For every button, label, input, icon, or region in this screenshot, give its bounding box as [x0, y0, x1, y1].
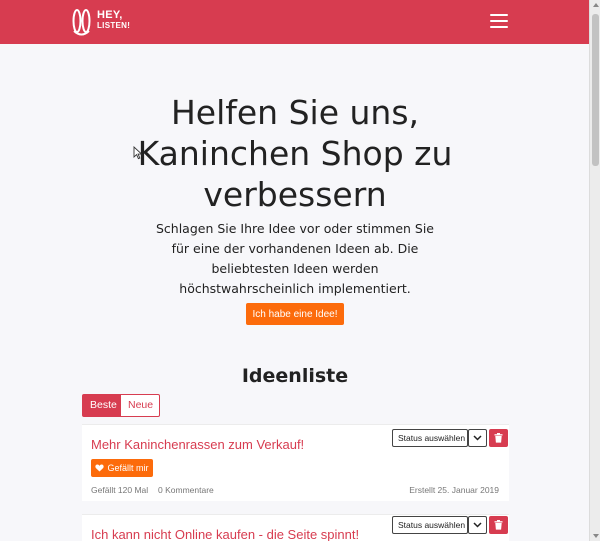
- idea-card: Ich kann nicht Online kaufen - die Seite…: [82, 514, 509, 541]
- logo-line-2: LISTEN!: [97, 21, 131, 30]
- tab-best[interactable]: Beste: [82, 394, 121, 417]
- scroll-thumb[interactable]: [592, 14, 599, 166]
- hey-listen-logo[interactable]: HEY, LISTEN!: [70, 7, 132, 37]
- top-navbar: HEY, LISTEN!: [0, 0, 589, 44]
- tab-new[interactable]: Neue: [121, 394, 160, 417]
- heart-icon: [95, 464, 105, 472]
- idea-title-link[interactable]: Ich kann nicht Online kaufen - die Seite…: [91, 527, 359, 541]
- delete-idea-button[interactable]: [489, 516, 508, 534]
- idea-title-link[interactable]: Mehr Kaninchenrassen zum Verkauf!: [91, 437, 304, 452]
- hero-title: Helfen Sie uns, Kaninchen Shop zu verbes…: [137, 93, 453, 214]
- status-dropdown-toggle[interactable]: [468, 429, 487, 447]
- logo-line-1: HEY,: [97, 9, 123, 21]
- hamburger-menu-icon[interactable]: [490, 14, 508, 28]
- likes-count: Gefällt 120 Mal: [91, 485, 149, 495]
- idea-card: Mehr Kaninchenrassen zum Verkauf! Gefäll…: [82, 424, 509, 501]
- delete-idea-button[interactable]: [489, 429, 508, 447]
- like-button[interactable]: Gefällt mir: [91, 459, 153, 477]
- scroll-down-arrow-icon[interactable]: [593, 534, 599, 538]
- ideas-list-title: Ideenliste: [241, 365, 349, 387]
- chevron-down-icon: [473, 435, 482, 441]
- bunny-ears-icon: [72, 9, 91, 36]
- like-button-label: Gefällt mir: [107, 463, 149, 473]
- hero-description: Schlagen Sie Ihre Idee vor oder stimmen …: [155, 221, 435, 296]
- mouse-pointer-icon: [133, 146, 143, 160]
- trash-icon: [494, 520, 503, 530]
- created-date: Erstellt 25. Januar 2019: [409, 485, 499, 495]
- scroll-up-arrow-icon[interactable]: [593, 3, 599, 7]
- logo-wordmark: HEY, LISTEN!: [97, 10, 130, 31]
- ideas-sort-tabs: Beste Neue: [82, 394, 160, 417]
- chevron-down-icon: [473, 522, 482, 528]
- status-dropdown-toggle[interactable]: [468, 516, 487, 534]
- page-scrollbar[interactable]: [589, 0, 600, 541]
- comments-count[interactable]: 0 Kommentare: [158, 485, 214, 495]
- submit-idea-button[interactable]: Ich habe eine Idee!: [246, 303, 344, 325]
- status-select[interactable]: Status auswählen: [392, 429, 468, 447]
- status-select[interactable]: Status auswählen: [392, 516, 468, 534]
- trash-icon: [494, 433, 503, 443]
